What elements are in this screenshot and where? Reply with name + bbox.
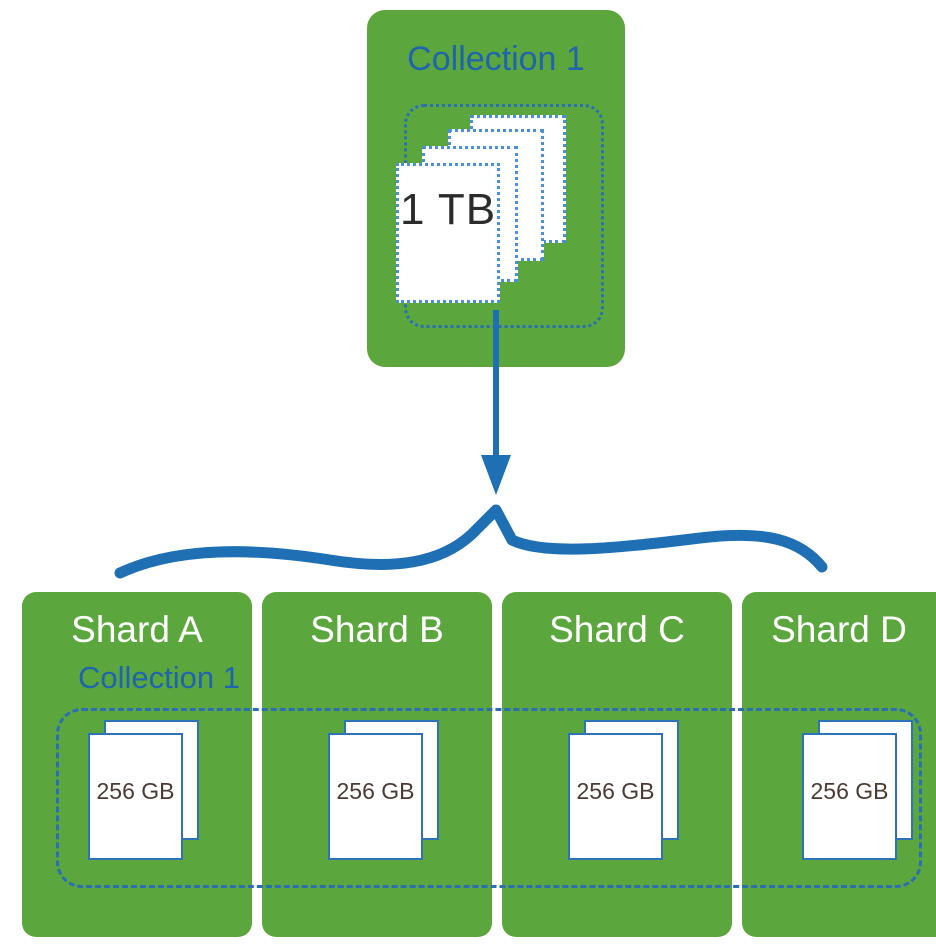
shard-title: Shard D [771,609,907,650]
shard-title: Shard A [71,609,203,650]
sharded-collection-label: Collection 1 [78,660,240,695]
shard-document-stack: 256 GB [568,720,686,860]
shard-document-size-label: 256 GB [96,778,175,804]
shard-document-size-label: 256 GB [336,778,415,804]
shard-row: Shard A 256 GB Shard B 256 GB Shard C 25… [0,592,936,937]
shard-document-stack: 256 GB [328,720,446,860]
shard-title: Shard C [549,609,685,650]
source-collection-label: Collection 1 [407,40,585,78]
diagram-canvas: Collection 1 1 TB Shard A 256 GB Shard B… [0,0,936,944]
source-document-size-label: 1 TB [399,185,497,234]
shard-title: Shard B [310,609,444,650]
shard-document-size-label: 256 GB [810,778,889,804]
shard-card-a[interactable]: Shard A 256 GB [22,592,252,937]
shard-document-stack: 256 GB [802,720,920,860]
shard-document-size-label: 256 GB [576,778,655,804]
shard-document-stack: 256 GB [88,720,206,860]
shard-card-d[interactable]: Shard D 256 GB [742,592,936,937]
shard-card-b[interactable]: Shard B 256 GB [262,592,492,937]
distribution-brace-icon [114,504,828,579]
shard-card-c[interactable]: Shard C 256 GB [502,592,732,937]
